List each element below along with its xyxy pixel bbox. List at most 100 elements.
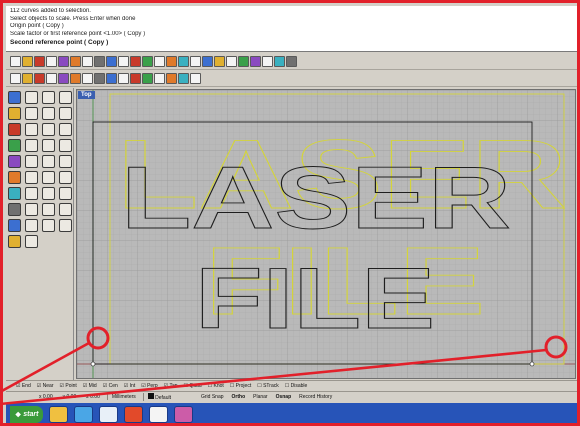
toggle-grid-snap[interactable]: Grid Snap — [198, 394, 227, 400]
scale-icon[interactable] — [59, 171, 72, 184]
sphere-icon[interactable] — [274, 55, 285, 67]
osnap-project[interactable]: ☐ Project — [230, 383, 251, 389]
transform-icon[interactable] — [166, 72, 177, 84]
top-viewport[interactable]: Top LASER FILE LASER FILE — [76, 89, 576, 379]
start-button[interactable]: ❖ start — [10, 406, 44, 423]
point-icon[interactable] — [25, 91, 38, 104]
split-icon[interactable] — [59, 187, 72, 200]
taskbar-media-player-icon[interactable] — [99, 406, 119, 423]
osnap-cen[interactable]: ☑ Cen — [103, 383, 118, 389]
array-icon[interactable] — [25, 187, 38, 200]
array-icon[interactable] — [178, 72, 189, 84]
viewport-title-tab[interactable]: Top — [78, 91, 95, 99]
move-icon[interactable] — [8, 171, 21, 184]
hatch-icon[interactable] — [106, 72, 117, 84]
circle-icon[interactable] — [58, 72, 69, 84]
osnap-int[interactable]: ☑ Int — [124, 383, 135, 389]
layer-icon[interactable] — [25, 219, 38, 232]
line-icon[interactable] — [22, 72, 33, 84]
sphere-icon[interactable] — [8, 155, 21, 168]
analyze-icon[interactable] — [59, 219, 72, 232]
dimension-icon[interactable] — [59, 203, 72, 216]
arc-icon[interactable] — [42, 107, 55, 120]
render-icon[interactable] — [8, 235, 21, 248]
zoom-selected-icon[interactable] — [154, 55, 165, 67]
solid-icon[interactable] — [142, 72, 153, 84]
boolean-icon[interactable] — [59, 155, 72, 168]
arc-icon[interactable] — [46, 72, 57, 84]
taskbar-rhino-icon[interactable] — [149, 406, 169, 423]
ellipse-icon[interactable] — [59, 107, 72, 120]
light-icon[interactable] — [250, 55, 261, 67]
boolean-icon[interactable] — [190, 72, 201, 84]
taskbar-browser-icon[interactable] — [124, 406, 144, 423]
rectangle-icon[interactable] — [8, 123, 21, 136]
text-icon[interactable] — [82, 72, 93, 84]
osnap-icon[interactable] — [214, 55, 225, 67]
osnap-knot[interactable]: ☐ Knot — [208, 383, 224, 389]
cut-icon[interactable] — [58, 55, 69, 67]
viewport-canvas[interactable]: LASER FILE LASER FILE — [77, 90, 576, 379]
current-layer[interactable]: Default — [142, 393, 174, 401]
taskbar-explorer-icon[interactable] — [49, 406, 69, 423]
osnap-near[interactable]: ☑ Near — [37, 383, 54, 389]
dimension-icon[interactable] — [94, 72, 105, 84]
copy-icon[interactable] — [25, 171, 38, 184]
toggle-planar[interactable]: Planar — [250, 394, 270, 400]
taskbar-folder-icon[interactable] — [74, 406, 94, 423]
open-icon[interactable] — [22, 55, 33, 67]
light-icon[interactable] — [25, 235, 38, 248]
pan-icon[interactable] — [106, 55, 117, 67]
osnap-perp[interactable]: ☑ Perp — [141, 383, 157, 389]
osnap-point[interactable]: ☑ Point — [60, 383, 77, 389]
osnap-disable[interactable]: ☐ Disable — [285, 383, 308, 389]
layer-icon[interactable] — [190, 55, 201, 67]
properties-icon[interactable] — [202, 55, 213, 67]
paste-icon[interactable] — [82, 55, 93, 67]
help-icon[interactable] — [286, 55, 297, 67]
save-icon[interactable] — [34, 55, 45, 67]
offset-icon[interactable] — [42, 203, 55, 216]
osnap-mid[interactable]: ☑ Mid — [83, 383, 97, 389]
point-icon[interactable] — [118, 72, 129, 84]
copy-icon[interactable] — [70, 55, 81, 67]
osnap-icon[interactable] — [8, 219, 21, 232]
zoom-window-icon[interactable] — [130, 55, 141, 67]
toggle-ortho[interactable]: Ortho — [229, 394, 249, 400]
toggle-record-history[interactable]: Record History — [296, 394, 335, 400]
extrude-icon[interactable] — [25, 139, 38, 152]
zoom-icon[interactable] — [118, 55, 129, 67]
taskbar-mail-icon[interactable] — [174, 406, 194, 423]
surface-icon[interactable] — [130, 72, 141, 84]
command-prompt[interactable]: Second reference point ( Copy ) — [10, 39, 576, 47]
mirror-icon[interactable] — [8, 187, 21, 200]
undo-icon[interactable] — [94, 55, 105, 67]
curve-icon[interactable] — [8, 107, 21, 120]
new-icon[interactable] — [10, 55, 21, 67]
polyline-icon[interactable] — [34, 72, 45, 84]
polygon-icon[interactable] — [25, 123, 38, 136]
wireframe-icon[interactable] — [262, 55, 273, 67]
properties-icon[interactable] — [42, 219, 55, 232]
osnap-quad[interactable]: ☑ Quad — [184, 383, 202, 389]
circle-icon[interactable] — [25, 107, 38, 120]
revolve-icon[interactable] — [59, 139, 72, 152]
trim-icon[interactable] — [42, 187, 55, 200]
osnap-tan[interactable]: ☑ Tan — [164, 383, 178, 389]
explode-icon[interactable] — [25, 203, 38, 216]
render-icon[interactable] — [238, 55, 249, 67]
toggle-osnap[interactable]: Osnap — [273, 394, 295, 400]
cylinder-icon[interactable] — [42, 155, 55, 168]
print-icon[interactable] — [46, 55, 57, 67]
line-icon[interactable] — [42, 91, 55, 104]
fillet-icon[interactable] — [59, 123, 72, 136]
select-icon[interactable] — [8, 91, 21, 104]
rectangle-icon[interactable] — [70, 72, 81, 84]
zoom-extents-icon[interactable] — [142, 55, 153, 67]
mesh-icon[interactable] — [154, 72, 165, 84]
curve-icon[interactable] — [10, 72, 21, 84]
surface-icon[interactable] — [8, 139, 21, 152]
join-icon[interactable] — [8, 203, 21, 216]
rotate-view-icon[interactable] — [166, 55, 177, 67]
polyline-icon[interactable] — [59, 91, 72, 104]
